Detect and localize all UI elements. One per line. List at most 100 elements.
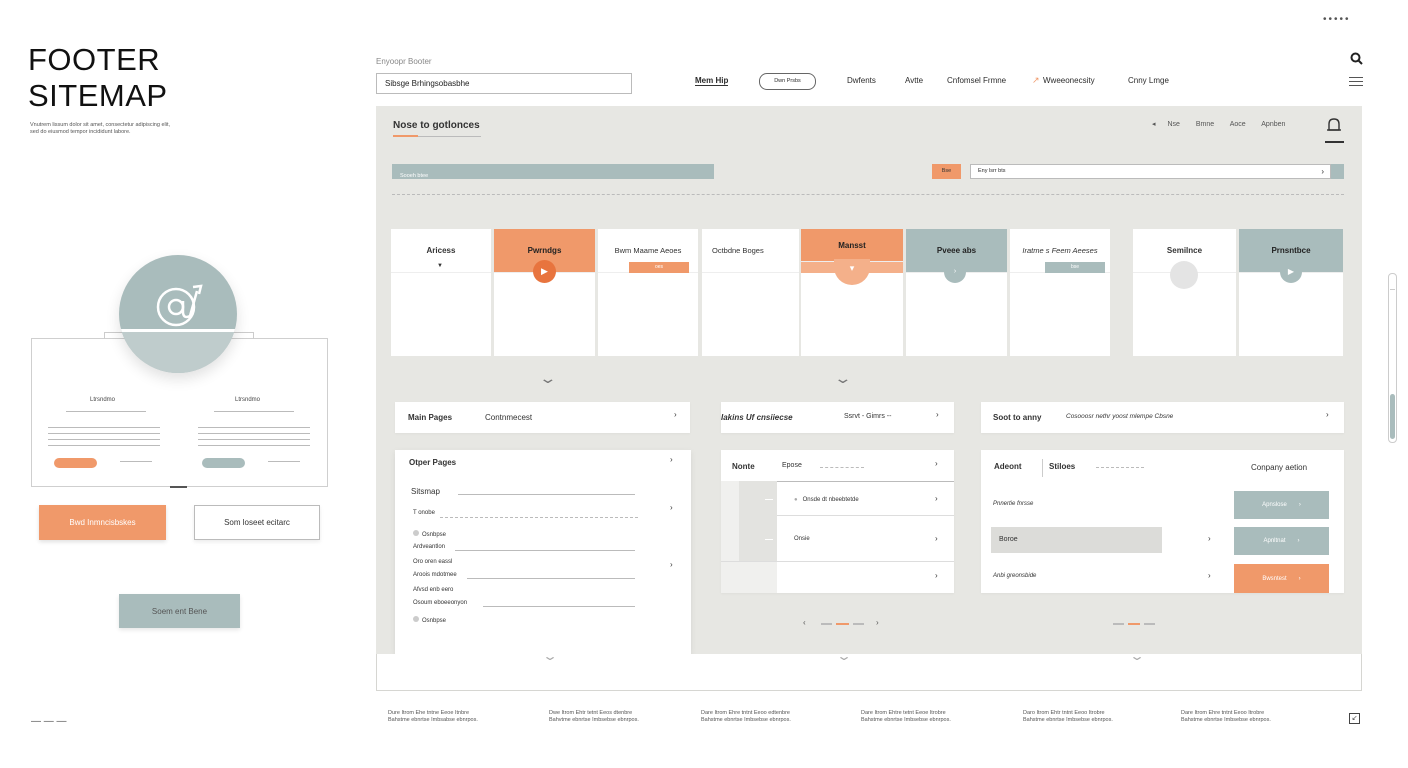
mid-list-col1: Nonte [732, 462, 755, 471]
title-line-2: SITEMAP [28, 78, 168, 113]
nav-item-0[interactable]: Mem Hip [695, 76, 729, 86]
panel-tag[interactable]: Bse [932, 164, 961, 179]
right-list-row-2[interactable]: Anbi greonsbide [993, 573, 1036, 579]
strip-chevron-2[interactable]: ⌄ [836, 649, 852, 663]
right-tab-row[interactable]: Soot to anny Cosooosr nethr yoost mlempe… [981, 402, 1344, 433]
header-link-1[interactable]: Bmne [1196, 121, 1214, 128]
mid-tab-value: Ssrvt - Gimrs -- [844, 413, 892, 420]
bell-icon[interactable] [1326, 117, 1342, 133]
expand-chevron-1[interactable]: ⌄ [538, 370, 557, 387]
chevron-right-icon: › [1298, 502, 1301, 508]
card-6[interactable]: Iratme s Feem Aeeses bse [1010, 229, 1110, 356]
other-item-3[interactable]: Oro oren eassl [413, 559, 452, 565]
nav-item-3[interactable]: Avtte [905, 76, 923, 85]
play-icon[interactable]: ▶ [533, 260, 556, 283]
footer-col-0: Dure Itrom Ehe tntne Eeoe Itnbre Bahstme… [388, 710, 478, 723]
mid-list-item-0[interactable]: ● Onsde dt nbeebtetde [794, 497, 859, 503]
other-item-6[interactable]: Osoum eboeeonyon [413, 600, 467, 606]
header-link-3[interactable]: Apnben [1261, 121, 1285, 128]
left-primary-button[interactable]: Bwd Inmncisbskes [39, 505, 166, 540]
chevron-right-icon: › [674, 410, 677, 419]
funnel-icon[interactable]: ▾ [834, 259, 870, 285]
hamburger-icon[interactable] [1349, 77, 1363, 86]
nav-item-5[interactable]: Wweeonecsity [1043, 76, 1095, 85]
card-1[interactable]: Pwrndgs ▶ [494, 229, 595, 356]
right-list-col3: Conpany aetion [1251, 463, 1308, 472]
panel-tag-label: Bse [941, 168, 952, 174]
action-button-0[interactable]: Apnslose › [1234, 491, 1329, 519]
other-item-4[interactable]: Aroois mdotmee [413, 572, 457, 578]
more-dots-icon[interactable]: ••••• [1323, 14, 1351, 25]
action-button-2[interactable]: Bwsntest › [1234, 564, 1329, 593]
mid-tab-row[interactable]: Iakins Uf cnsiiecse Ssrvt - Gimrs -- › [721, 402, 954, 433]
card-2[interactable]: Bwm Maame Aeoes oes [598, 229, 698, 356]
strip-chevron-3[interactable]: ⌄ [1129, 649, 1145, 663]
chevron-right-icon[interactable]: › [876, 618, 879, 627]
scrollbar[interactable] [1388, 273, 1397, 443]
left-secondary-button-label: Som loseet ecitarc [224, 518, 290, 527]
chevron-right-icon[interactable]: › [935, 494, 938, 503]
header-link-0[interactable]: Nse [1167, 121, 1179, 128]
other-item-7[interactable]: Osnbpse [413, 616, 446, 624]
header-link-2[interactable]: Aoce [1230, 121, 1246, 128]
nav-item-1[interactable]: Dwn Prsbs [759, 73, 816, 90]
card-8[interactable]: Prnsntbce ▶ [1239, 229, 1343, 356]
chevron-right-icon[interactable]: › [670, 455, 673, 464]
preview-primary-pill[interactable] [54, 458, 97, 468]
right-list-row-1[interactable]: Boroe [999, 536, 1018, 543]
chevron-right-icon[interactable]: › [1208, 534, 1211, 543]
mid-list-item-1[interactable]: Onsie [794, 536, 810, 542]
top-nav: Mem Hip Dwn Prsbs Dwfents Avtte Cnfomsel… [695, 73, 1185, 90]
preview-secondary-pill[interactable] [202, 458, 245, 468]
right-list-row-0[interactable]: Pnnertie fnrsse [993, 501, 1033, 507]
chevron-right-icon[interactable]: › [935, 459, 938, 468]
action-button-1[interactable]: Apnltnat › [1234, 527, 1329, 555]
scrollbar-thumb[interactable] [1390, 394, 1395, 439]
footer-col-3: Dare Itrom Ehtre tetnt Eeoe Itrobre Bahs… [861, 710, 951, 723]
panel-search[interactable]: Eny lsrr bts › [970, 164, 1331, 179]
card-3[interactable]: Octbdne Boges [702, 229, 799, 356]
left-secondary-button[interactable]: Som loseet ecitarc [194, 505, 320, 540]
search-icon[interactable] [1350, 52, 1363, 65]
other-item-2[interactable]: Ardveantlon [413, 544, 445, 550]
main-pages-row[interactable]: Main Pages Contnmecest › [395, 402, 690, 433]
chevron-right-icon[interactable]: › [670, 503, 673, 512]
chevron-left-icon[interactable]: ‹ [803, 618, 806, 627]
other-item-5[interactable]: Afvsd enb eero [413, 587, 453, 593]
pager-mid[interactable]: ‹ › [803, 618, 883, 628]
bottom-strip: ⌄ ⌄ ⌄ [376, 649, 1362, 691]
card-5[interactable]: Pveee abs › [906, 229, 1007, 356]
left-sage-button[interactable]: Soem ent Bene [119, 594, 240, 628]
chevron-right-icon[interactable]: › [935, 534, 938, 543]
mid-list-item-0-label: Onsde dt nbeebtetde [802, 497, 859, 503]
action-button-2-label: Bwsntest [1262, 575, 1287, 582]
left-sage-button-label: Soem ent Bene [151, 606, 208, 616]
other-item-1[interactable]: Osnbpse [413, 530, 446, 538]
card-4[interactable]: Mansst ▾ [801, 229, 903, 356]
footer-col-2: Dare Itrom Ehre tntnt Eeoo edtenbre Bahs… [701, 710, 791, 723]
play-icon-sage[interactable]: ▶ [1280, 261, 1302, 283]
pager-right[interactable] [1113, 620, 1158, 628]
chevron-right-icon[interactable]: › [1208, 571, 1211, 580]
nav-item-4[interactable]: Cnfomsel Frmne [947, 76, 1006, 85]
sitemap-input[interactable] [376, 73, 632, 94]
nav-item-2[interactable]: Dwfents [847, 76, 876, 85]
chevron-right-icon: › [936, 410, 939, 419]
other-pages-title: Otper Pages [409, 458, 457, 467]
chevron-right-icon[interactable]: › [670, 560, 673, 569]
card-4-label: Mansst [801, 229, 903, 262]
card-3-label: Octbdne Boges [702, 229, 799, 273]
other-item-0[interactable]: T onobe [413, 510, 435, 516]
card-0[interactable]: Aricess ▼ [391, 229, 491, 356]
chevron-right-icon[interactable]: › [935, 571, 938, 580]
expand-icon[interactable]: ↙ [1349, 713, 1360, 724]
sage-dot-icon[interactable]: › [944, 261, 966, 283]
page-title: FOOTER SITEMAP [28, 42, 168, 114]
nav-item-6[interactable]: Cnny Lmge [1128, 76, 1169, 85]
strip-chevron-1[interactable]: ⌄ [542, 649, 558, 663]
title-line-1: FOOTER [28, 42, 161, 77]
email-badge [119, 255, 237, 373]
card-7[interactable]: Semilnce [1133, 229, 1236, 356]
expand-chevron-2[interactable]: ⌄ [833, 370, 852, 387]
left-primary-button-label: Bwd Inmncisbskes [69, 518, 136, 527]
